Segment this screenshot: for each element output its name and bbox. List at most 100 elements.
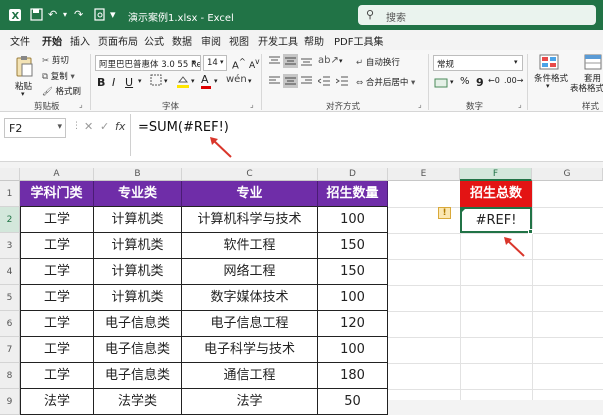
header-cell-b1[interactable]: 专业类 — [94, 181, 182, 207]
row-header-9[interactable]: 9 — [0, 389, 20, 415]
align-right-icon[interactable] — [300, 75, 313, 90]
more-options-icon[interactable]: ⋮ — [72, 121, 81, 131]
decrease-decimal-icon[interactable]: .00→ — [504, 76, 523, 85]
table-cell[interactable]: 150 — [318, 259, 388, 285]
font-color-dropdown-icon[interactable]: ▾ — [214, 77, 218, 85]
align-top-icon[interactable] — [268, 55, 281, 70]
header-cell-a1[interactable]: 学科门类 — [20, 181, 94, 207]
table-cell[interactable]: 180 — [318, 363, 388, 389]
clipboard-launcher-icon[interactable]: ⌟ — [79, 100, 83, 109]
decrease-font-icon[interactable]: Av — [249, 57, 260, 71]
undo-icon[interactable]: ↶ — [48, 8, 57, 21]
table-cell[interactable]: 100 — [318, 337, 388, 363]
table-cell[interactable]: 150 — [318, 233, 388, 259]
table-cell[interactable]: 工学 — [20, 207, 94, 233]
table-cell[interactable]: 100 — [318, 285, 388, 311]
tab-view[interactable]: 视图 — [229, 33, 249, 48]
conditional-format-dropdown-icon[interactable]: ▾ — [546, 82, 550, 90]
cut-button[interactable]: ✂ 剪切 — [42, 54, 69, 66]
table-cell[interactable]: 100 — [318, 207, 388, 233]
table-cell[interactable]: 计算机类 — [94, 207, 182, 233]
italic-icon[interactable]: I — [112, 76, 115, 89]
align-middle-icon[interactable] — [283, 54, 298, 71]
redo-icon[interactable]: ↷ — [74, 8, 83, 21]
number-format-select[interactable]: 常规 — [433, 55, 523, 71]
row-header-7[interactable]: 7 — [0, 337, 20, 363]
font-family-dropdown-icon[interactable]: ▾ — [192, 58, 196, 66]
accounting-dropdown-icon[interactable]: ▾ — [450, 78, 454, 86]
tab-review[interactable]: 审阅 — [201, 33, 221, 48]
paste-icon[interactable] — [14, 54, 34, 81]
search-box[interactable]: ⚲ 搜索 — [358, 5, 596, 25]
tab-insert[interactable]: 插入 — [70, 33, 90, 48]
column-header-f[interactable]: F — [460, 168, 532, 181]
bold-icon[interactable]: B — [97, 76, 105, 89]
format-as-table-label-2[interactable]: 表格格式 — [570, 82, 603, 94]
table-cell[interactable]: 工学 — [20, 311, 94, 337]
total-value-cell[interactable]: #REF! — [460, 207, 532, 233]
table-cell[interactable]: 法学 — [182, 389, 318, 415]
table-cell[interactable]: 数字媒体技术 — [182, 285, 318, 311]
fill-color-dropdown-icon[interactable]: ▾ — [191, 77, 195, 85]
header-cell-d1[interactable]: 招生数量 — [318, 181, 388, 207]
font-color-icon[interactable]: A — [201, 73, 211, 89]
column-header-d[interactable]: D — [318, 168, 388, 181]
worksheet-grid[interactable]: A B C D E F G 1 2 3 4 5 6 7 8 9 学科门类 专业类… — [0, 168, 603, 415]
orientation-icon[interactable]: ab↗ — [318, 55, 339, 66]
borders-icon[interactable] — [150, 74, 162, 89]
enter-icon[interactable]: ✓ — [100, 120, 109, 133]
table-cell[interactable]: 计算机科学与技术 — [182, 207, 318, 233]
table-cell[interactable]: 工学 — [20, 285, 94, 311]
table-cell[interactable]: 电子信息工程 — [182, 311, 318, 337]
fill-color-icon[interactable] — [176, 74, 190, 91]
column-header-b[interactable]: B — [94, 168, 182, 181]
total-header-cell[interactable]: 招生总数 — [460, 181, 532, 207]
save-icon[interactable] — [30, 8, 43, 24]
underline-icon[interactable]: U — [125, 76, 133, 89]
cancel-icon[interactable]: ✕ — [84, 120, 93, 133]
column-header-a[interactable]: A — [20, 168, 94, 181]
table-cell[interactable]: 计算机类 — [94, 233, 182, 259]
customize-toolbar-icon[interactable]: ▾ — [110, 8, 116, 21]
table-cell[interactable]: 电子信息类 — [94, 337, 182, 363]
table-cell[interactable]: 工学 — [20, 337, 94, 363]
increase-decimal-icon[interactable]: ←0 — [488, 76, 500, 85]
increase-font-icon[interactable]: A^ — [232, 56, 246, 71]
tab-formulas[interactable]: 公式 — [144, 33, 164, 48]
alignment-launcher-icon[interactable]: ⌟ — [418, 100, 422, 109]
insert-function-icon[interactable]: fx — [115, 120, 125, 133]
format-painter-button[interactable]: 🖌 格式刷 — [42, 85, 81, 97]
table-cell[interactable]: 工学 — [20, 233, 94, 259]
conditional-format-label[interactable]: 条件格式 — [534, 72, 568, 84]
align-center-icon[interactable] — [283, 74, 298, 91]
row-header-6[interactable]: 6 — [0, 311, 20, 337]
tab-pdf-tools[interactable]: PDF工具集 — [334, 33, 383, 48]
number-launcher-icon[interactable]: ⌟ — [518, 100, 522, 109]
column-header-g[interactable]: G — [532, 168, 603, 181]
table-cell[interactable]: 电子科学与技术 — [182, 337, 318, 363]
column-header-e[interactable]: E — [388, 168, 460, 181]
row-header-2[interactable]: 2 — [0, 207, 20, 233]
table-cell[interactable]: 120 — [318, 311, 388, 337]
merge-center-button[interactable]: ⇔ 合并后居中 ▾ — [356, 76, 415, 88]
tab-data[interactable]: 数据 — [172, 33, 192, 48]
table-cell[interactable]: 法学类 — [94, 389, 182, 415]
table-cell[interactable]: 网络工程 — [182, 259, 318, 285]
tab-help[interactable]: 帮助 — [304, 33, 324, 48]
tab-file[interactable]: 文件 — [10, 33, 30, 48]
row-header-3[interactable]: 3 — [0, 233, 20, 259]
table-cell[interactable]: 软件工程 — [182, 233, 318, 259]
font-family-select[interactable]: 阿里巴巴普惠体 3.0 55 Regu — [95, 55, 201, 71]
column-header-c[interactable]: C — [182, 168, 318, 181]
underline-dropdown-icon[interactable]: ▾ — [138, 77, 142, 85]
paste-dropdown-icon[interactable]: ▾ — [21, 90, 25, 98]
percent-icon[interactable]: % — [460, 76, 470, 87]
table-cell[interactable]: 电子信息类 — [94, 311, 182, 337]
print-preview-icon[interactable] — [94, 8, 106, 24]
phonetic-dropdown-icon[interactable]: ▾ — [248, 77, 252, 85]
name-box[interactable]: F2 ▾ — [4, 118, 66, 138]
select-all-corner[interactable] — [0, 168, 20, 181]
table-cell[interactable]: 50 — [318, 389, 388, 415]
format-as-table-icon[interactable] — [584, 54, 602, 73]
tab-developer[interactable]: 开发工具 — [258, 33, 298, 48]
